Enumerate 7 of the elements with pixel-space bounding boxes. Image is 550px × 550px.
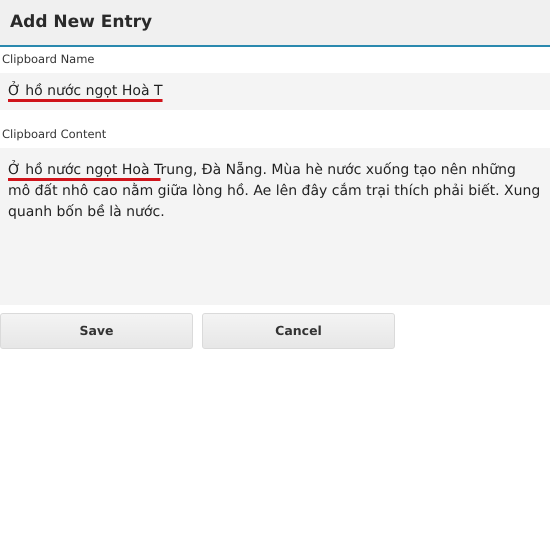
action-button[interactable]: Save [0, 313, 193, 349]
action-button[interactable]: Cancel [202, 313, 395, 349]
input-field[interactable]: Ở hồ nước ngọt Hoà T [0, 73, 550, 110]
field-label: Clipboard Name [2, 52, 95, 66]
field-label: Clipboard Content [2, 127, 106, 141]
text-area[interactable]: Ở hồ nước ngọt Hoà Trung, Đà Nẵng. Mùa hè nước xuống tạo nên những mô đất nhô cao nằm giữa lòng hồ. Ae lên đây cắm trại thích phải biết. Xung quanh bốn bề là nước. [0, 148, 550, 305]
page-title: Add New Entry [10, 10, 152, 34]
